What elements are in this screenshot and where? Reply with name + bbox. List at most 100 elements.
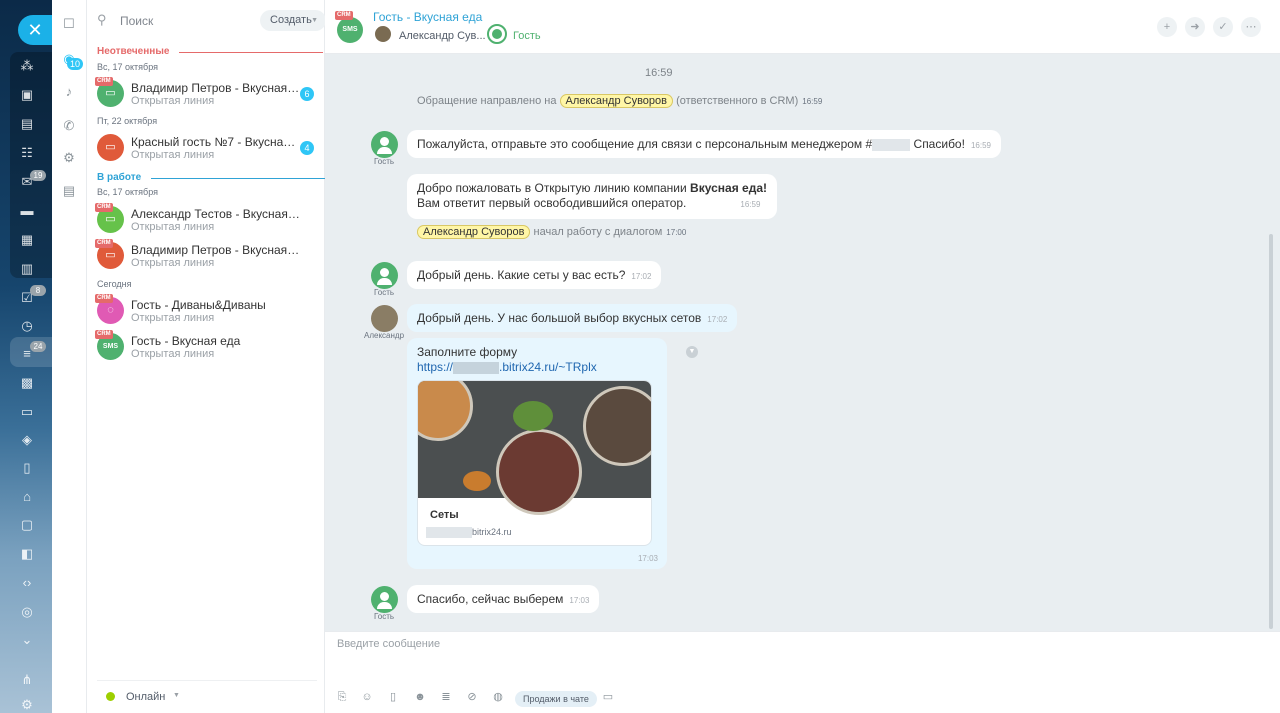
guest-name[interactable]: Гость [513, 30, 541, 42]
item-subtitle: Открытая линия [131, 257, 215, 269]
member-name[interactable]: Александр Сув... [399, 30, 486, 42]
redacted-block [453, 361, 500, 374]
avatar-label: Гость [373, 157, 395, 166]
form-card: Заполните форму https://.bitrix24.ru/~TR… [407, 338, 667, 569]
crm-badge: CRM [95, 77, 113, 86]
settings-gear-icon[interactable]: ⚙ [61, 150, 77, 166]
item-subtitle: Открытая линия [131, 348, 215, 360]
document-icon[interactable]: ▥ [19, 261, 35, 277]
store-icon[interactable]: ⌂ [19, 489, 35, 505]
avatar: ▭ [97, 134, 124, 161]
list-item[interactable]: SMS CRM Гость - Вкусная еда Открытая лин… [95, 330, 317, 363]
doc-icon[interactable]: ▯ [386, 690, 400, 704]
check-icon[interactable]: ✓ [1213, 17, 1233, 37]
chat-bubble-icon[interactable]: ☐ [61, 16, 77, 32]
create-label: Создать [270, 14, 312, 26]
calendar-icon[interactable]: ▦ [19, 232, 35, 248]
message-bubble: Добрый день. Какие сеты у вас есть? 17:02 [407, 261, 662, 289]
list-item[interactable]: ▭ CRM Владимир Петров - Вкусная еда Откр… [95, 239, 317, 272]
window-icon[interactable]: ▭ [19, 404, 35, 420]
crm-badge: CRM [95, 330, 113, 339]
attach-icon[interactable]: ⎘ [335, 690, 349, 704]
code-icon[interactable]: ‹› [19, 575, 35, 591]
target-icon[interactable]: ◎ [19, 604, 35, 620]
item-subtitle: Открытая линия [131, 312, 215, 324]
phone-icon[interactable]: ✆ [61, 118, 77, 134]
list-item[interactable]: ▭ CRM Владимир Петров - Вкусная еда Откр… [95, 77, 317, 110]
openlines-badge: 10 [67, 58, 84, 70]
guest-avatar[interactable] [487, 24, 507, 44]
hide-icon[interactable]: ⊘ [465, 690, 479, 704]
feed-icon[interactable]: ▣ [19, 87, 35, 103]
message-input[interactable]: Введите сообщение [337, 638, 440, 650]
chat-title[interactable]: Гость - Вкусная еда [373, 10, 482, 24]
bell-icon[interactable]: ♪ [61, 84, 77, 100]
close-icon[interactable]: ✕ [18, 15, 52, 45]
user-tag[interactable]: Александр Суворов [559, 94, 674, 108]
link-preview[interactable]: Сеты bitrix24.ru [417, 380, 652, 546]
template-icon[interactable]: ≣ [439, 690, 453, 704]
grid-icon[interactable]: ▩ [19, 375, 35, 391]
item-subtitle: Открытая линия [131, 149, 215, 161]
system-message: Александр Суворов начал работу с диалого… [417, 225, 686, 239]
box-icon[interactable]: ◈ [19, 432, 35, 448]
message-input-area[interactable]: Введите сообщение ⎘ ☺ ▯ ☻ ≣ ⊘ ◍ Продажи … [325, 631, 1280, 713]
message-time: 17:03 [637, 554, 658, 563]
chat-avatar: SMS [337, 17, 363, 43]
redacted-block [872, 138, 911, 151]
sales-in-chat-button[interactable]: Продажи в чате [515, 691, 597, 707]
mail-badge: 19 [30, 170, 46, 181]
status-label: Онлайн [126, 691, 166, 703]
date-label: Вс, 17 октября [97, 187, 158, 197]
avatar-label: Гость [373, 288, 395, 297]
message-menu-icon[interactable]: ▼ [686, 346, 698, 358]
screen-icon[interactable]: ▭ [601, 690, 615, 704]
card-title: Заполните форму [417, 345, 518, 359]
item-name: Гость - Вкусная еда [131, 334, 241, 348]
payment-icon[interactable]: ◍ [491, 690, 505, 704]
drive-icon[interactable]: ▬ [19, 203, 35, 219]
date-label: Сегодня [97, 279, 132, 289]
card-link[interactable]: https://.bitrix24.ru/~TRplx [417, 360, 597, 374]
member-avatar[interactable] [373, 24, 393, 44]
chat-icon[interactable]: ▤ [19, 116, 35, 132]
list-item[interactable]: ▭ Красный гость №7 - Вкусная еда Открыта… [97, 134, 317, 164]
network-icon[interactable]: ⁂ [19, 58, 35, 74]
book-icon[interactable]: ▯ [19, 460, 35, 476]
settings-icon[interactable]: ⚙ [19, 697, 35, 713]
scrollbar[interactable] [1269, 234, 1273, 629]
message-bubble: Добрый день. У нас большой выбор вкусных… [407, 304, 738, 332]
item-name: Владимир Петров - Вкусная еда [131, 81, 301, 95]
user-tag[interactable]: Александр Суворов [417, 225, 531, 239]
smile-icon[interactable]: ☻ [413, 690, 427, 704]
chat-header: SMS CRM Гость - Вкусная еда Александр Су… [325, 0, 1280, 54]
message-bubble: Добро пожаловать в Открытую линию компан… [407, 174, 777, 219]
more-icon[interactable]: ⌄ [19, 632, 35, 648]
add-icon[interactable]: + [1157, 17, 1177, 37]
crm-badge: CRM [335, 11, 353, 20]
forward-icon[interactable]: ➜ [1185, 17, 1205, 37]
users-icon[interactable]: ☷ [19, 145, 35, 161]
list-item[interactable]: ◌ CRM Гость - Диваны&Диваны Открытая лин… [95, 294, 317, 327]
chevron-down-icon: ▼ [173, 692, 180, 699]
create-button[interactable]: Создать ▼ [260, 10, 326, 31]
notes-icon[interactable]: ▤ [61, 183, 77, 199]
contact-icon[interactable]: ▢ [19, 517, 35, 533]
system-message: Обращение направлено на Александр Суворо… [417, 94, 823, 108]
status-selector[interactable]: Онлайн ▼ [97, 680, 317, 713]
guest-avatar [371, 262, 398, 289]
clock-icon[interactable]: ◷ [19, 318, 35, 334]
sites-icon[interactable]: ◧ [19, 546, 35, 562]
item-subtitle: Открытая линия [131, 95, 215, 107]
search-input[interactable]: Поиск [120, 14, 153, 28]
user-icon[interactable]: ☺ [360, 690, 374, 704]
chat-panel: SMS CRM Гость - Вкусная еда Александр Су… [325, 0, 1280, 713]
more-menu-icon[interactable]: ⋯ [1241, 17, 1261, 37]
avatar-label: Александр [364, 331, 405, 340]
guest-avatar [371, 586, 398, 613]
search-bar[interactable]: ⚲ Поиск Создать ▼ [97, 10, 326, 32]
structure-icon[interactable]: ⋔ [19, 672, 35, 688]
section-unanswered: Неотвеченные [97, 46, 323, 57]
item-name: Красный гость №7 - Вкусная еда [131, 135, 301, 149]
list-item[interactable]: ▭ CRM Александр Тестов - Вкусная еда Отк… [95, 203, 317, 236]
